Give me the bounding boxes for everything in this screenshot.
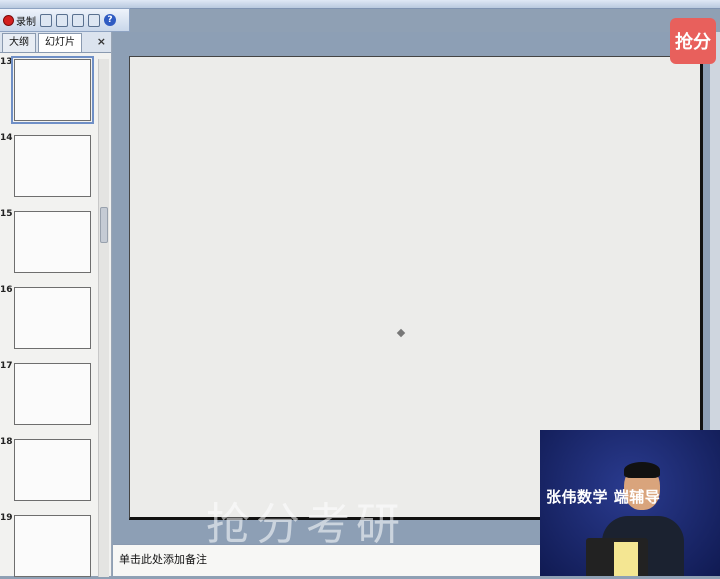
slide-thumbnail[interactable]: [14, 439, 91, 501]
slide-navigation-pane: 大纲 幻灯片 × 13 14 15 16 17 18 19: [0, 32, 112, 577]
paper-note: [614, 542, 638, 576]
slide-number: 18: [0, 437, 13, 447]
notes-placeholder: 单击此处添加备注: [119, 553, 207, 566]
record-button[interactable]: 录制: [3, 13, 36, 28]
close-icon[interactable]: ×: [97, 35, 106, 48]
slide-thumbnail-row[interactable]: 13: [0, 56, 98, 124]
slide-number: 15: [0, 209, 13, 219]
slide-thumbnail-list: 13 14 15 16 17 18 19: [0, 53, 111, 577]
slide-thumbnail-row[interactable]: 16: [0, 285, 98, 351]
slide-thumbnail-row[interactable]: 15: [0, 209, 98, 275]
presenter-hair: [624, 462, 660, 478]
slide-thumbnail[interactable]: [14, 515, 91, 577]
settings-icon[interactable]: [88, 13, 100, 27]
screen-icon[interactable]: [72, 13, 84, 27]
slide-number: 17: [0, 361, 13, 371]
slide-thumbnail[interactable]: [14, 287, 91, 349]
tab-slides[interactable]: 幻灯片: [38, 33, 82, 52]
recording-toolbar: 录制 ?: [0, 8, 130, 32]
slide-thumbnail-row[interactable]: 14: [0, 133, 98, 199]
record-icon: [3, 14, 14, 26]
slide-number: 16: [0, 285, 13, 295]
thumbnail-scrollbar[interactable]: [98, 59, 109, 577]
slide-number: 14: [0, 133, 13, 143]
slide-thumbnail-row[interactable]: 17: [0, 361, 98, 427]
slide-thumbnail-row[interactable]: 19: [0, 513, 98, 579]
slide-thumbnail-row[interactable]: 18: [0, 437, 98, 503]
presenter-video-overlay: 张伟数学 端辅导: [540, 430, 720, 576]
slide-thumbnail[interactable]: [14, 363, 91, 425]
record-label: 录制: [16, 16, 36, 28]
cursor-marker: [396, 328, 406, 338]
video-title: 张伟数学 端辅导: [546, 488, 661, 506]
tab-outline[interactable]: 大纲: [2, 33, 36, 52]
channel-logo: 抢分: [670, 18, 716, 64]
pane-tabs: 大纲 幻灯片 ×: [0, 32, 111, 53]
slide-thumbnail[interactable]: [11, 56, 94, 124]
pen-icon[interactable]: [40, 13, 52, 27]
slide-number: 13: [0, 57, 13, 67]
slide-number: 19: [0, 513, 13, 523]
help-icon[interactable]: ?: [104, 14, 116, 26]
slide-thumbnail[interactable]: [14, 135, 91, 197]
scrollbar-thumb[interactable]: [100, 207, 108, 243]
slide-thumbnail[interactable]: [14, 211, 91, 273]
eraser-icon[interactable]: [56, 13, 68, 27]
